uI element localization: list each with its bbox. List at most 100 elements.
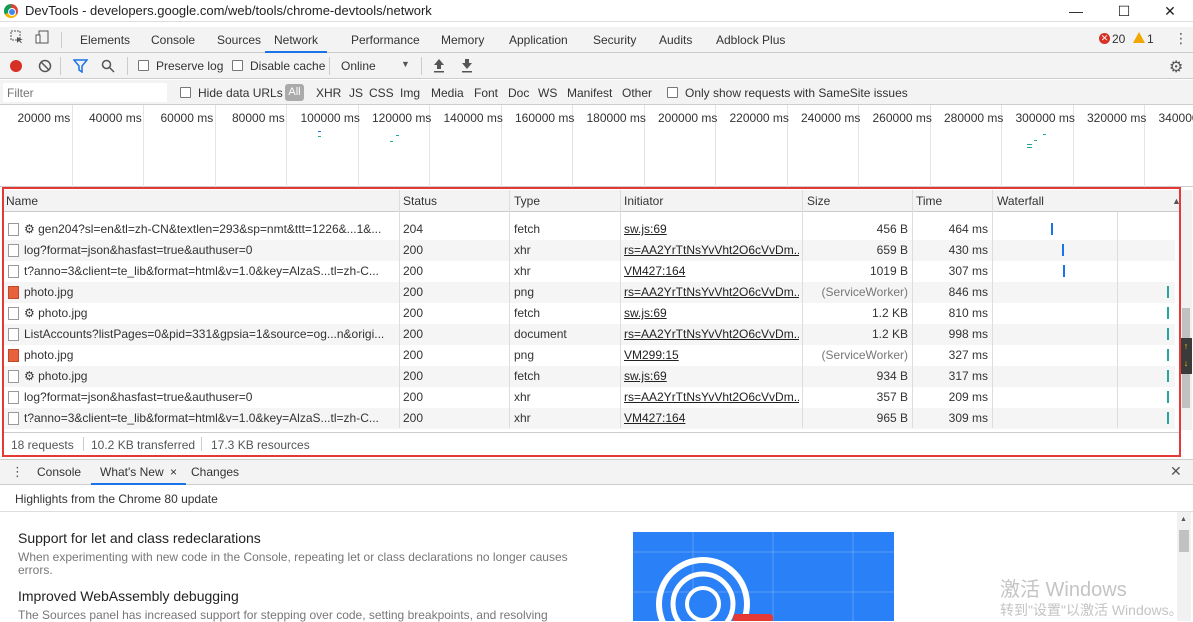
tab-network[interactable]: Network: [265, 27, 327, 53]
divider: [60, 57, 61, 75]
filter-type-manifest[interactable]: Manifest: [567, 86, 612, 100]
disable-cache-checkbox[interactable]: [232, 60, 243, 71]
filter-type-img[interactable]: Img: [400, 86, 420, 100]
filter-type-font[interactable]: Font: [474, 86, 498, 100]
inspect-element-icon[interactable]: [8, 27, 26, 53]
drawer-tab-whats-new-label: What's New: [100, 465, 164, 479]
tab-application[interactable]: Application: [509, 27, 568, 53]
drawer-tabbar: ⋮ Console What's New × Changes ✕: [0, 459, 1193, 485]
preserve-log-checkbox[interactable]: [138, 60, 149, 71]
minimize-button[interactable]: —: [1053, 0, 1099, 22]
close-tab-icon[interactable]: ×: [170, 465, 177, 479]
drawer-menu-icon[interactable]: ⋮: [11, 464, 24, 480]
tab-security[interactable]: Security: [593, 27, 636, 53]
timeline-tick-label: 60000 ms: [161, 111, 214, 125]
throttling-select[interactable]: Online: [341, 59, 376, 73]
timeline-tick-label: 120000 ms: [372, 111, 431, 125]
warning-count[interactable]: 1: [1147, 32, 1154, 46]
overview-mark: [396, 135, 399, 136]
tab-audits[interactable]: Audits: [659, 27, 692, 53]
table-scrollbar[interactable]: ↑↓: [1180, 190, 1192, 430]
export-har-icon[interactable]: [461, 58, 473, 76]
overview-mark: [1027, 147, 1032, 148]
maximize-button[interactable]: ☐: [1101, 0, 1147, 22]
clear-icon[interactable]: [38, 59, 52, 76]
timeline-gridline: [143, 105, 144, 187]
timeline-gridline: [215, 105, 216, 187]
chevron-down-icon[interactable]: ▼: [401, 59, 410, 69]
hide-data-urls-checkbox[interactable]: [180, 87, 191, 98]
close-window-button[interactable]: ✕: [1147, 0, 1193, 22]
activation-watermark-hint: 转到"设置"以激活 Windows。: [1000, 600, 1183, 620]
timeline-tick-label: 320000 ms: [1087, 111, 1146, 125]
timeline-tick-label: 180000 ms: [587, 111, 646, 125]
filter-bar: Hide data URLs All XHR JS CSS Img Media …: [0, 80, 1193, 105]
filter-type-other[interactable]: Other: [622, 86, 652, 100]
scrollbar-thumb[interactable]: [1179, 530, 1189, 552]
filter-type-doc[interactable]: Doc: [508, 86, 529, 100]
timeline-tick-label: 340000: [1159, 111, 1193, 125]
drawer-tab-console[interactable]: Console: [37, 465, 81, 479]
warning-icon: [1133, 32, 1145, 43]
promo-image: [633, 532, 894, 621]
filter-type-ws[interactable]: WS: [538, 86, 557, 100]
hide-data-urls-label: Hide data URLs: [198, 86, 283, 100]
timeline-tick-label: 160000 ms: [515, 111, 574, 125]
whats-new-header: Highlights from the Chrome 80 update: [0, 485, 1193, 512]
window-title: DevTools - developers.google.com/web/too…: [25, 3, 432, 18]
close-drawer-icon[interactable]: ✕: [1170, 463, 1182, 480]
overview-mark: [1027, 144, 1032, 145]
timeline-tick-label: 40000 ms: [89, 111, 142, 125]
tab-performance[interactable]: Performance: [351, 27, 420, 53]
scroll-up-icon[interactable]: ▲: [1180, 516, 1187, 523]
drawer-tab-changes[interactable]: Changes: [191, 465, 239, 479]
filter-icon[interactable]: [73, 59, 88, 76]
timeline-gridline: [72, 105, 73, 187]
device-toolbar-icon[interactable]: [33, 27, 51, 53]
timeline-tick-label: 260000 ms: [873, 111, 932, 125]
samesite-checkbox[interactable]: [667, 87, 678, 98]
tab-memory[interactable]: Memory: [441, 27, 484, 53]
activation-watermark: 激活 Windows: [1000, 573, 1127, 602]
tab-console[interactable]: Console: [151, 27, 195, 53]
filter-type-js[interactable]: JS: [349, 86, 363, 100]
timeline-tick-label: 240000 ms: [801, 111, 860, 125]
error-count[interactable]: 20: [1112, 32, 1125, 46]
timeline-tick-label: 140000 ms: [444, 111, 503, 125]
timeline-tick-label: 80000 ms: [232, 111, 285, 125]
import-har-icon[interactable]: [433, 58, 445, 76]
error-icon: ✕: [1099, 33, 1110, 44]
filter-type-media[interactable]: Media: [431, 86, 464, 100]
filter-input[interactable]: [3, 83, 167, 102]
divider: [421, 57, 422, 75]
more-options-icon[interactable]: ⋮: [1174, 30, 1188, 47]
record-icon[interactable]: [10, 60, 22, 72]
scroll-arrows-icon[interactable]: ↑↓: [1180, 338, 1192, 374]
overview-mark: [1034, 140, 1037, 141]
network-toolbar: Preserve log Disable cache Online ▼ ⚙: [0, 53, 1193, 79]
preserve-log-label: Preserve log: [156, 59, 223, 73]
drawer-tab-whats-new[interactable]: What's New ×: [91, 460, 186, 485]
overview-timeline[interactable]: 20000 ms40000 ms60000 ms80000 ms100000 m…: [0, 105, 1193, 187]
whats-new-highlights: Highlights from the Chrome 80 update: [15, 492, 218, 506]
overview-mark: [318, 136, 321, 137]
search-icon[interactable]: [101, 59, 115, 76]
samesite-label: Only show requests with SameSite issues: [685, 86, 908, 100]
tab-adblock-plus[interactable]: Adblock Plus: [716, 27, 785, 53]
window-titlebar: DevTools - developers.google.com/web/too…: [0, 0, 1193, 22]
feature-description: When experimenting with new code in the …: [18, 551, 578, 577]
divider: [61, 32, 62, 48]
filter-type-all[interactable]: All: [285, 84, 304, 101]
feature-title[interactable]: Improved WebAssembly debugging: [18, 588, 239, 604]
gear-icon[interactable]: ⚙: [1169, 57, 1183, 77]
divider: [329, 57, 330, 75]
overview-mark: [318, 131, 321, 132]
tab-sources[interactable]: Sources: [217, 27, 261, 53]
overview-mark: [390, 141, 393, 142]
timeline-tick-label: 280000 ms: [944, 111, 1003, 125]
filter-type-xhr[interactable]: XHR: [316, 86, 341, 100]
tab-elements[interactable]: Elements: [80, 27, 130, 53]
feature-title[interactable]: Support for let and class redeclarations: [18, 530, 261, 546]
disable-cache-label: Disable cache: [250, 59, 325, 73]
filter-type-css[interactable]: CSS: [369, 86, 394, 100]
